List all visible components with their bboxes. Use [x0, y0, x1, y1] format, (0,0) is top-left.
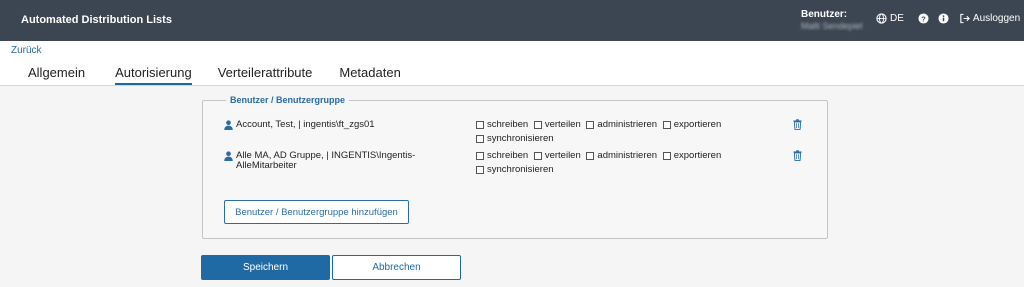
checkbox-label: synchronisieren: [487, 133, 554, 144]
user-icon: [224, 151, 233, 161]
checkbox-administrieren[interactable]: administrieren: [586, 119, 657, 130]
svg-text:?: ?: [921, 14, 926, 23]
logout-button[interactable]: Ausloggen: [959, 13, 1020, 24]
tab-bar: Allgemein Autorisierung Verteilerattribu…: [28, 65, 401, 85]
checkbox-box[interactable]: [476, 134, 484, 143]
checkbox-exportieren[interactable]: exportieren: [662, 119, 722, 130]
checkbox-label: schreiben: [487, 119, 529, 130]
checkbox-synchronisieren[interactable]: synchronisieren: [476, 133, 554, 144]
save-button[interactable]: Speichern: [201, 255, 330, 280]
add-user-group-button[interactable]: Benutzer / Benutzergruppe hinzufügen: [224, 200, 409, 224]
user-group-fieldset: Benutzer / Benutzergruppe Account, Test,…: [202, 95, 828, 239]
top-bar: Automated Distribution Lists Benutzer: M…: [0, 0, 1024, 41]
tab-allgemein[interactable]: Allgemein: [28, 65, 85, 85]
checkbox-synchronisieren[interactable]: synchronisieren: [476, 164, 554, 175]
logout-label: Ausloggen: [972, 13, 1021, 24]
checkbox-label: verteilen: [544, 150, 581, 161]
back-link[interactable]: Zurück: [11, 45, 42, 56]
checkbox-box[interactable]: [476, 165, 484, 174]
globe-icon: [876, 13, 887, 24]
checkbox-label: schreiben: [487, 150, 529, 161]
trash-icon[interactable]: [793, 150, 802, 161]
logout-icon: [959, 13, 970, 24]
row-user-label: Account, Test, | ingentis\ft_zgs01: [236, 119, 375, 130]
trash-icon[interactable]: [793, 119, 802, 130]
cancel-button[interactable]: Abbrechen: [332, 255, 461, 280]
user-icon: [224, 120, 233, 130]
checkbox-schreiben[interactable]: schreiben: [476, 119, 528, 130]
checkbox-box[interactable]: [662, 120, 671, 129]
checkbox-label: verteilen: [544, 119, 581, 130]
checkbox-verteilen[interactable]: verteilen: [533, 119, 581, 130]
row-user-label: Alle MA, AD Gruppe, | INGENTIS\Ingentis-…: [236, 150, 416, 171]
language-label: DE: [890, 13, 904, 24]
checkbox-label: synchronisieren: [487, 164, 554, 175]
language-selector[interactable]: DE: [876, 13, 904, 24]
nav-area: Zurück Allgemein Autorisierung Verteiler…: [0, 41, 1024, 86]
top-actions: DE ? Ausloggen: [876, 13, 1020, 24]
user-name: Malti Sendepiel: [801, 21, 863, 31]
checkbox-box[interactable]: [662, 151, 671, 160]
checkbox-administrieren[interactable]: administrieren: [586, 150, 657, 161]
permission-checkboxes: schreiben verteilen administrieren expor…: [476, 119, 766, 147]
tab-verteilerattribute[interactable]: Verteilerattribute: [218, 65, 313, 85]
checkbox-box[interactable]: [533, 151, 542, 160]
checkbox-box[interactable]: [476, 120, 484, 129]
checkbox-label: exportieren: [673, 119, 722, 130]
checkbox-exportieren[interactable]: exportieren: [662, 150, 722, 161]
tab-autorisierung[interactable]: Autorisierung: [115, 65, 192, 85]
checkbox-label: administrieren: [597, 150, 658, 161]
checkbox-box[interactable]: [586, 151, 595, 160]
help-icon[interactable]: ?: [918, 13, 929, 24]
checkbox-verteilen[interactable]: verteilen: [533, 150, 581, 161]
user-info: Benutzer: Malti Sendepiel: [801, 9, 863, 31]
permission-checkboxes: schreiben verteilen administrieren expor…: [476, 150, 766, 178]
fieldset-legend: Benutzer / Benutzergruppe: [226, 95, 350, 105]
info-icon[interactable]: [938, 13, 949, 24]
checkbox-schreiben[interactable]: schreiben: [476, 150, 528, 161]
checkbox-box[interactable]: [586, 120, 595, 129]
app-title: Automated Distribution Lists: [21, 14, 172, 26]
user-label: Benutzer:: [801, 9, 848, 20]
checkbox-box[interactable]: [533, 120, 542, 129]
checkbox-label: exportieren: [673, 150, 722, 161]
row-user-name: Account, Test, | ingentis\ft_zgs01: [224, 120, 375, 130]
checkbox-label: administrieren: [597, 119, 658, 130]
row-user-name: Alle MA, AD Gruppe, | INGENTIS\Ingentis-…: [224, 151, 424, 171]
checkbox-box[interactable]: [476, 151, 484, 160]
tab-metadaten[interactable]: Metadaten: [339, 65, 400, 85]
